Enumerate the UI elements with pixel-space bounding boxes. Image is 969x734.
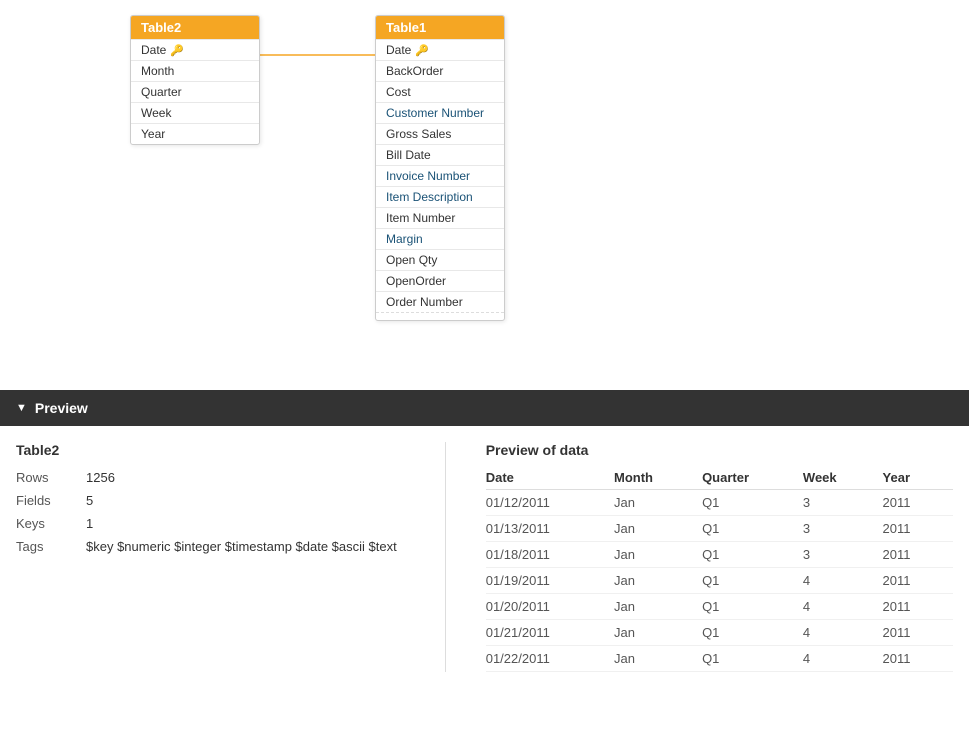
table-cell: 2011 [883,516,953,542]
table-cell: Q1 [702,646,803,672]
meta-section: Table2 Rows 1256 Fields 5 Keys 1 Tags $k… [16,442,405,672]
key-icon-2: 🔑 [415,44,429,57]
table-cell: 01/13/2011 [486,516,614,542]
preview-title: Preview [35,400,88,416]
table-cell: Jan [614,542,702,568]
preview-arrow-icon: ▼ [16,402,27,414]
table1-field-item-number[interactable]: Item Number [376,207,504,228]
table-cell: 01/18/2011 [486,542,614,568]
table-cell: 01/22/2011 [486,646,614,672]
table1-field-cost[interactable]: Cost [376,81,504,102]
preview-content: Table2 Rows 1256 Fields 5 Keys 1 Tags $k… [0,426,969,688]
meta-keys-row: Keys 1 [16,512,405,535]
rows-value: 1256 [86,466,405,489]
table-cell: Jan [614,568,702,594]
table1-box[interactable]: Table1 Date 🔑 BackOrder Cost Customer Nu… [375,15,505,321]
meta-rows-row: Rows 1256 [16,466,405,489]
table-cell: Q1 [702,568,803,594]
col-date: Date [486,466,614,490]
table-cell: 4 [803,620,883,646]
table1-field-customer-number[interactable]: Customer Number [376,102,504,123]
key-icon: 🔑 [170,44,184,57]
table-cell: 01/19/2011 [486,568,614,594]
table-cell: Jan [614,594,702,620]
table2-field-quarter[interactable]: Quarter [131,81,259,102]
table-cell: Jan [614,620,702,646]
col-month: Month [614,466,702,490]
table-cell: 3 [803,516,883,542]
table1-field-openorder[interactable]: OpenOrder [376,270,504,291]
table1-field-gross-sales[interactable]: Gross Sales [376,123,504,144]
data-table-header-row: Date Month Quarter Week Year [486,466,953,490]
table-cell: 4 [803,646,883,672]
table-cell: 2011 [883,542,953,568]
table1-header: Table1 [376,16,504,39]
rows-label: Rows [16,466,86,489]
table1-field-margin[interactable]: Margin [376,228,504,249]
table2-field-week[interactable]: Week [131,102,259,123]
table-cell: 2011 [883,646,953,672]
table-cell: Q1 [702,594,803,620]
table-cell: 2011 [883,620,953,646]
table2-box[interactable]: Table2 Date 🔑 Month Quarter Week Year [130,15,260,145]
tags-value: $key $numeric $integer $timestamp $date … [86,535,405,558]
table-cell: 2011 [883,490,953,516]
table-row: 01/21/2011JanQ142011 [486,620,953,646]
table-cell: 2011 [883,594,953,620]
table-cell: Jan [614,516,702,542]
table-cell: Q1 [702,542,803,568]
fields-value: 5 [86,489,405,512]
table-row: 01/19/2011JanQ142011 [486,568,953,594]
table-row: 01/18/2011JanQ132011 [486,542,953,568]
table1-field-open-qty[interactable]: Open Qty [376,249,504,270]
preview-header: ▼ Preview [0,390,969,426]
diagram-area: Table2 Date 🔑 Month Quarter Week Year Ta… [0,0,969,390]
meta-fields-row: Fields 5 [16,489,405,512]
table-cell: 2011 [883,568,953,594]
table-cell: 01/12/2011 [486,490,614,516]
vertical-divider [445,442,446,672]
table2-field-month[interactable]: Month [131,60,259,81]
tags-label: Tags [16,535,86,558]
table1-field-more [376,312,504,320]
table-cell: 4 [803,568,883,594]
data-table: Date Month Quarter Week Year 01/12/2011J… [486,466,953,672]
table1-field-date[interactable]: Date 🔑 [376,39,504,60]
meta-table: Rows 1256 Fields 5 Keys 1 Tags $key $num… [16,466,405,558]
table1-field-item-description[interactable]: Item Description [376,186,504,207]
col-year: Year [883,466,953,490]
table-cell: Q1 [702,490,803,516]
table2-field-date[interactable]: Date 🔑 [131,39,259,60]
table2-header: Table2 [131,16,259,39]
table1-field-order-number[interactable]: Order Number [376,291,504,312]
col-quarter: Quarter [702,466,803,490]
fields-label: Fields [16,489,86,512]
table-cell: 3 [803,490,883,516]
table-cell: Jan [614,490,702,516]
data-preview-title: Preview of data [486,442,953,458]
table-row: 01/12/2011JanQ132011 [486,490,953,516]
table-row: 01/13/2011JanQ132011 [486,516,953,542]
table-row: 01/20/2011JanQ142011 [486,594,953,620]
data-preview-section: Preview of data Date Month Quarter Week … [486,442,953,672]
keys-value: 1 [86,512,405,535]
table-cell: Q1 [702,620,803,646]
table-cell: 01/20/2011 [486,594,614,620]
table-cell: Jan [614,646,702,672]
table1-field-invoice-number[interactable]: Invoice Number [376,165,504,186]
table-cell: 4 [803,594,883,620]
meta-table-title: Table2 [16,442,405,458]
keys-label: Keys [16,512,86,535]
table1-field-backorder[interactable]: BackOrder [376,60,504,81]
table-cell: 01/21/2011 [486,620,614,646]
col-week: Week [803,466,883,490]
table1-field-bill-date[interactable]: Bill Date [376,144,504,165]
table-cell: 3 [803,542,883,568]
table-cell: Q1 [702,516,803,542]
table-row: 01/22/2011JanQ142011 [486,646,953,672]
table2-field-year[interactable]: Year [131,123,259,144]
meta-tags-row: Tags $key $numeric $integer $timestamp $… [16,535,405,558]
